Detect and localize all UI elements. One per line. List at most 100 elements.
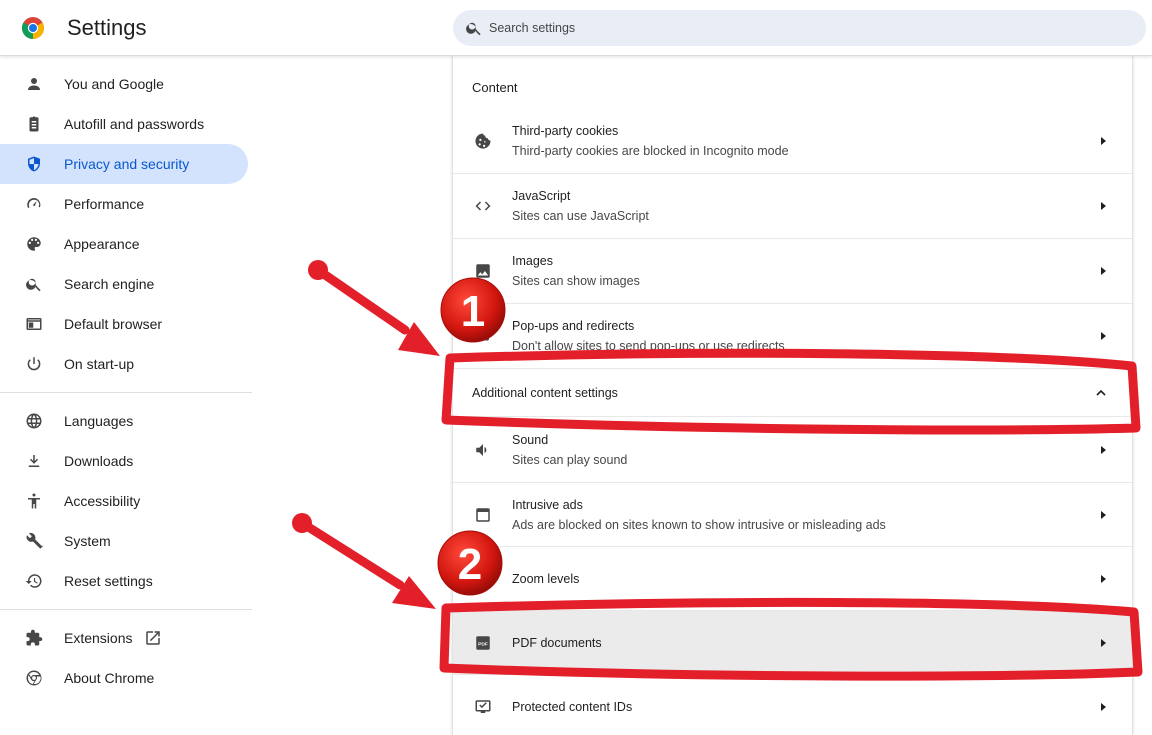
row-title: Intrusive ads: [512, 497, 583, 512]
row-title: Zoom levels: [512, 571, 580, 586]
sidebar-item-label: Accessibility: [64, 493, 141, 509]
sidebar-divider: [0, 392, 252, 393]
sidebar-item-downloads[interactable]: Downloads: [0, 441, 248, 481]
section-title: Content: [472, 80, 518, 95]
sidebar-item-extensions[interactable]: Extensions: [0, 618, 248, 658]
row-title: JavaScript: [512, 189, 571, 203]
arrow-right-icon: [1101, 445, 1106, 454]
zoom-icon: [473, 569, 493, 589]
sidebar-item-label: Default browser: [64, 316, 163, 332]
search-icon: [466, 22, 481, 36]
sidebar-item-label: Reset settings: [64, 573, 153, 589]
header: Settings Search settings: [0, 0, 1152, 56]
sidebar-item-appearance[interactable]: Appearance: [0, 224, 248, 264]
sidebar-item-languages[interactable]: Languages: [0, 401, 248, 441]
image-icon: [473, 261, 493, 281]
cookie-icon: [473, 131, 493, 151]
sidebar-divider: [0, 609, 252, 610]
sidebar-item-label: System: [64, 533, 111, 549]
palette-icon: [24, 234, 44, 254]
sidebar-item-accessibility[interactable]: Accessibility: [0, 481, 248, 521]
search-input[interactable]: Search settings: [453, 10, 1146, 46]
browser-window-icon: [24, 314, 44, 334]
row-subtitle: Ads are blocked on sites known to show i…: [512, 517, 886, 532]
wrench-icon: [24, 531, 44, 551]
arrow-right-icon: [1101, 267, 1106, 275]
sidebar-item-label: Appearance: [64, 236, 140, 252]
arrow-right-icon: [1101, 510, 1106, 519]
additional-content-settings-toggle[interactable]: Additional content settings: [453, 368, 1132, 416]
row-subtitle: Sites can show images: [512, 274, 640, 288]
row-subtitle: Third-party cookies are blocked in Incog…: [512, 143, 789, 158]
sidebar-item-label: Languages: [64, 413, 134, 429]
page-title: Settings: [67, 15, 147, 40]
row-title: Images: [512, 254, 553, 268]
speaker-icon: [473, 440, 493, 460]
arrow-right-icon: [1101, 332, 1106, 340]
sidebar-item-performance[interactable]: Performance: [0, 184, 248, 224]
sidebar-item-label: Downloads: [64, 453, 134, 469]
row-title: Third-party cookies: [512, 123, 619, 138]
sidebar-item-on-start-up[interactable]: On start-up: [0, 344, 248, 384]
arrow-right-icon: [1101, 202, 1106, 210]
sidebar-item-label: Search engine: [64, 276, 155, 292]
row-images[interactable]: Images Sites can show images: [453, 238, 1132, 303]
ad-window-icon: [473, 505, 493, 525]
chrome-icon: [24, 668, 44, 688]
arrow-right-icon: [1101, 574, 1106, 583]
globe-icon: [24, 411, 44, 431]
search-placeholder: Search settings: [489, 21, 576, 35]
sidebar: You and Google Autofill and passwords Pr…: [0, 56, 252, 735]
person-icon: [24, 74, 44, 94]
row-third-party-cookies[interactable]: Third-party cookies Third-party cookies a…: [453, 108, 1132, 173]
sidebar-item-privacy-and-security[interactable]: Privacy and security: [0, 144, 248, 184]
history-icon: [24, 571, 44, 591]
sidebar-item-label: Performance: [64, 196, 145, 212]
popup-icon: [473, 326, 493, 346]
arrow-right-icon: [1101, 702, 1106, 711]
row-intrusive-ads[interactable]: Intrusive ads Ads are blocked on sites kn…: [453, 482, 1132, 546]
row-pdf-documents[interactable]: PDF PDF documents: [453, 610, 1132, 674]
row-subtitle: Sites can use JavaScript: [512, 209, 649, 223]
sidebar-item-label: Privacy and security: [64, 156, 190, 172]
monitor-check-icon: [473, 697, 493, 717]
sidebar-item-autofill[interactable]: Autofill and passwords: [0, 104, 248, 144]
search-icon: [24, 274, 44, 294]
code-icon: [473, 196, 493, 216]
sidebar-item-label: Autofill and passwords: [64, 116, 205, 132]
sidebar-item-label: You and Google: [64, 76, 164, 92]
sidebar-item-default-browser[interactable]: Default browser: [0, 304, 248, 344]
arrow-right-icon: [1101, 638, 1106, 647]
row-pop-ups-and-redirects[interactable]: Pop-ups and redirects Don't allow sites t…: [453, 303, 1132, 368]
sidebar-item-label: On start-up: [64, 356, 135, 372]
speedometer-icon: [24, 194, 44, 214]
sidebar-item-you-and-google[interactable]: You and Google: [0, 64, 248, 104]
content-settings-card: Content Third-party cookies Third-party c…: [452, 56, 1133, 735]
row-protected-content-ids[interactable]: Protected content IDs: [453, 674, 1132, 735]
row-subtitle: Don't allow sites to send pop-ups or use…: [512, 339, 785, 353]
sidebar-item-system[interactable]: System: [0, 521, 248, 561]
open-in-new-icon: [146, 631, 161, 645]
sidebar-item-search-engine[interactable]: Search engine: [0, 264, 248, 304]
row-sound[interactable]: Sound Sites can play sound: [453, 416, 1132, 482]
row-title: Sound: [512, 432, 549, 447]
sidebar-item-about-chrome[interactable]: About Chrome: [0, 658, 248, 698]
chrome-logo-icon: [22, 17, 44, 39]
row-title: Additional content settings: [472, 385, 618, 400]
row-title: Protected content IDs: [512, 699, 633, 714]
sidebar-item-label: Extensions: [64, 630, 133, 646]
pdf-icon: PDF: [473, 633, 493, 653]
power-icon: [24, 354, 44, 374]
shield-icon: [24, 154, 44, 174]
row-javascript[interactable]: JavaScript Sites can use JavaScript: [453, 173, 1132, 238]
row-zoom-levels[interactable]: Zoom levels: [453, 546, 1132, 610]
row-subtitle: Sites can play sound: [512, 452, 628, 467]
svg-text:PDF: PDF: [478, 641, 488, 647]
sidebar-item-reset-settings[interactable]: Reset settings: [0, 561, 248, 601]
clipboard-icon: [24, 114, 44, 134]
chevron-up-icon: [1096, 389, 1106, 396]
sidebar-item-label: About Chrome: [64, 670, 155, 686]
puzzle-icon: [24, 628, 44, 648]
row-title: PDF documents: [512, 635, 602, 650]
accessibility-icon: [24, 491, 44, 511]
